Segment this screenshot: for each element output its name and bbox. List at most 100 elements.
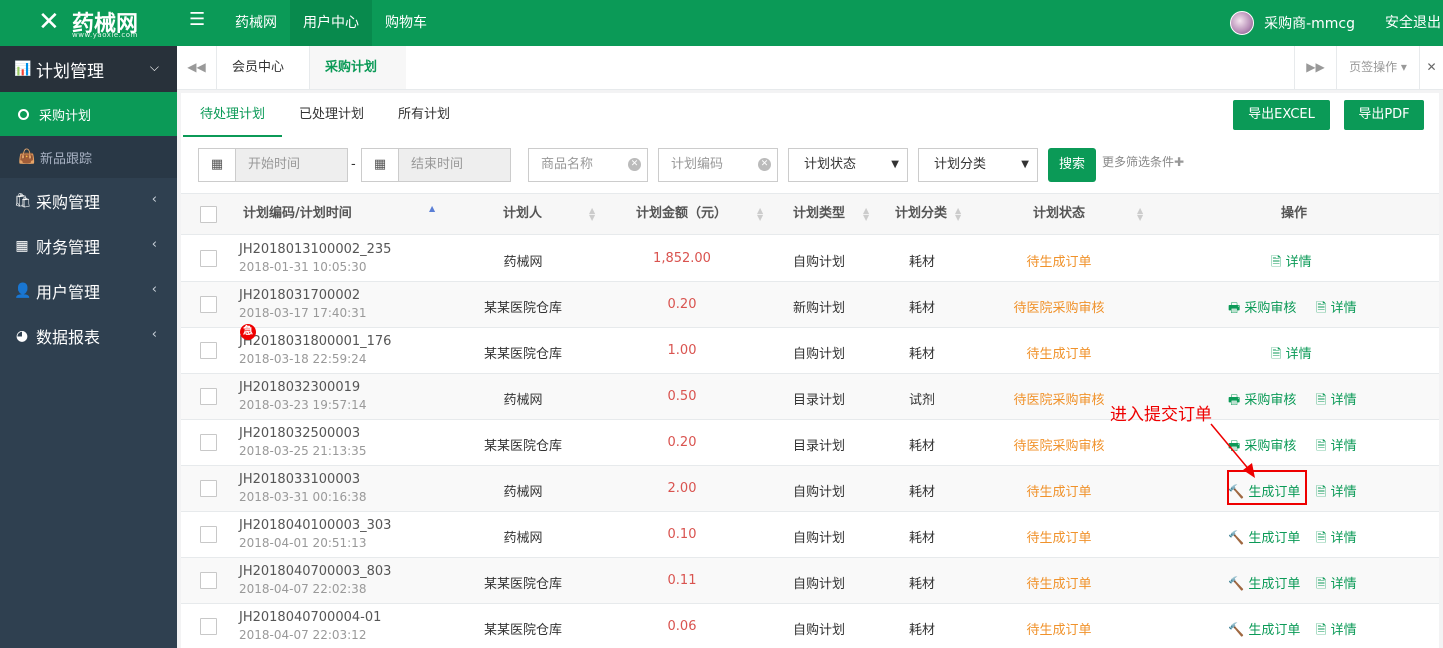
plan-code-placeholder: 计划编码 [671, 157, 724, 172]
tab-pending-plans[interactable]: 待处理计划 [183, 97, 283, 137]
logo[interactable]: ✕ 药械网 www.yaoxie.com [0, 0, 177, 46]
purchase-audit-button[interactable]: 🖶 采购审核 [1228, 297, 1296, 321]
logo-mark-icon: ✕ [38, 7, 60, 37]
table-row: JH2018031800001_176 2018-03-18 22:59:24 某某… [181, 328, 1439, 374]
row-checkbox[interactable] [200, 480, 217, 497]
plan-category: 耗材 [908, 255, 935, 270]
search-button[interactable]: 搜索 [1048, 148, 1096, 182]
plan-code[interactable]: JH2018013100002_235 [239, 242, 391, 257]
action-label: 生成订单 [1248, 577, 1301, 592]
detail-button[interactable]: 🗎 详情 [1316, 389, 1357, 413]
plan-code-input[interactable]: 计划编码 ✕ [658, 148, 778, 182]
user-menu[interactable]: 采购商-mmcg [1230, 0, 1355, 46]
sort-icon[interactable]: ▲ ▼ [863, 207, 869, 222]
header-amount[interactable]: 计划金额（元） [636, 194, 727, 234]
generate-order-button[interactable]: 🔨 生成订单 [1228, 527, 1300, 546]
scrollbar-track[interactable] [1439, 90, 1443, 648]
plan-code[interactable]: JH2018033100003 [239, 472, 360, 487]
sort-asc-icon[interactable]: ▲ [429, 205, 435, 213]
plan-category-select[interactable]: 计划分类 ▼ [918, 148, 1038, 182]
sidebar-item-purchase-management[interactable]: 🛍 采购管理 ‹ [0, 178, 177, 223]
sort-icon[interactable]: ▲ ▼ [955, 207, 961, 222]
logout-link[interactable]: 安全退出 [1385, 0, 1443, 46]
detail-button[interactable]: 🗎 详情 [1316, 527, 1357, 551]
detail-button[interactable]: 🗎 详情 [1316, 435, 1357, 459]
plan-status: 待医院采购审核 [1013, 439, 1105, 454]
detail-button[interactable]: 🗎 详情 [1316, 297, 1357, 321]
tab-all-plans[interactable]: 所有计划 [381, 97, 467, 137]
plan-code[interactable]: JH2018032500003 [239, 426, 360, 441]
row-checkbox[interactable] [200, 250, 217, 267]
sidebar-item-data-reports[interactable]: ◕ 数据报表 ‹ [0, 313, 177, 358]
hammer-icon: 🔨 [1228, 577, 1245, 592]
detail-button[interactable]: 🗎 详情 [1316, 481, 1357, 505]
detail-button[interactable]: 🗎 详情 [1316, 573, 1357, 597]
plan-code[interactable]: JH2018032300019 [239, 380, 360, 395]
detail-button[interactable]: 🗎 详情 [1316, 619, 1357, 643]
tabs-scroll-left-icon[interactable]: ◀◀ [177, 46, 217, 89]
header-status[interactable]: 计划状态 [1033, 194, 1085, 234]
export-excel-button[interactable]: 导出EXCEL [1233, 100, 1330, 130]
sort-icon[interactable]: ▲ ▼ [589, 207, 595, 222]
sort-icon[interactable]: ▲ ▼ [1137, 207, 1143, 222]
sidebar-item-new-product-tracking[interactable]: 👜 新品跟踪 [0, 136, 177, 178]
row-checkbox[interactable] [200, 342, 217, 359]
close-all-icon[interactable]: ✕ [1419, 46, 1443, 89]
plan-status: 待医院采购审核 [1013, 393, 1105, 408]
sort-icon[interactable]: ▲ ▼ [757, 207, 763, 222]
plan-code[interactable]: JH2018031700002 [239, 288, 360, 303]
table-row: JH2018031700002 2018-03-17 17:40:31 某某医院仓库… [181, 282, 1439, 328]
plan-status: 待生成订单 [1026, 255, 1092, 270]
more-filters-link[interactable]: 更多筛选条件✚ [1102, 153, 1184, 170]
detail-button[interactable]: 🗎 详情 [1271, 343, 1312, 367]
tab-member-center[interactable]: 会员中心 [217, 46, 310, 89]
tab-processed-plans[interactable]: 已处理计划 [282, 97, 381, 137]
printer-icon: 🖶 [1228, 301, 1241, 316]
clear-icon[interactable]: ✕ [628, 158, 641, 171]
select-all-checkbox[interactable] [200, 206, 217, 223]
pie-chart-icon: ◕ [15, 327, 29, 344]
purchase-audit-button[interactable]: 🖶 采购审核 [1228, 389, 1296, 413]
plan-code[interactable]: JH2018040100003_303 [239, 518, 391, 533]
header-category[interactable]: 计划分类 [895, 194, 947, 234]
row-checkbox[interactable] [200, 434, 217, 451]
clear-icon[interactable]: ✕ [758, 158, 771, 171]
sidebar-item-purchase-plan[interactable]: 采购计划 [0, 92, 177, 136]
row-checkbox[interactable] [200, 296, 217, 313]
product-name-input[interactable]: 商品名称 ✕ [528, 148, 648, 182]
planner: 某某医院仓库 [483, 439, 562, 454]
header-type[interactable]: 计划类型 [793, 194, 845, 234]
sidebar-item-finance-management[interactable]: ▦ 财务管理 ‹ [0, 223, 177, 268]
row-checkbox[interactable] [200, 526, 217, 543]
plan-code[interactable]: JH2018040700004-01 [239, 610, 381, 625]
tab-ops-dropdown[interactable]: 页签操作 ▾ [1336, 46, 1419, 89]
tabs-scroll-right-icon[interactable]: ▶▶ [1294, 46, 1336, 89]
plan-category: 试剂 [908, 393, 935, 408]
header-planner[interactable]: 计划人 [503, 194, 542, 234]
generate-order-button[interactable]: 🔨 生成订单 [1228, 573, 1300, 592]
row-checkbox[interactable] [200, 618, 217, 635]
row-checkbox[interactable] [200, 572, 217, 589]
planner: 某某医院仓库 [483, 577, 562, 592]
sidebar-item-user-management[interactable]: 👤 用户管理 ‹ [0, 268, 177, 313]
start-date-field[interactable]: ▦ 开始时间 [198, 148, 348, 182]
plan-status-select[interactable]: 计划状态 ▼ [788, 148, 908, 182]
plan-code[interactable]: JH2018040700003_803 [239, 564, 391, 579]
tab-purchase-plan[interactable]: 采购计划✖ [310, 46, 406, 117]
nav-yaoxie[interactable]: 药械网 [222, 0, 290, 46]
export-pdf-button[interactable]: 导出PDF [1344, 100, 1424, 130]
nav-user-center[interactable]: 用户中心 [290, 0, 372, 46]
header-plan-code[interactable]: 计划编码/计划时间 [243, 194, 352, 234]
sidebar-item-plan-management[interactable]: 📊 计划管理 ⌵ [0, 46, 177, 92]
row-checkbox[interactable] [200, 388, 217, 405]
end-date-field[interactable]: ▦ 结束时间 [361, 148, 511, 182]
nav-cart[interactable]: 购物车 [372, 0, 440, 46]
plan-code[interactable]: JH2018031800001_176 [239, 334, 391, 349]
bar-chart-icon: 📊 [14, 61, 32, 77]
generate-order-button[interactable]: 🔨 生成订单 [1228, 619, 1300, 638]
calendar-icon: ▦ [199, 149, 236, 181]
detail-button[interactable]: 🗎 详情 [1271, 251, 1312, 275]
plan-type: 自购计划 [792, 531, 845, 546]
plan-status: 待医院采购审核 [1013, 301, 1105, 316]
menu-toggle-icon[interactable]: ☰ [189, 9, 205, 30]
